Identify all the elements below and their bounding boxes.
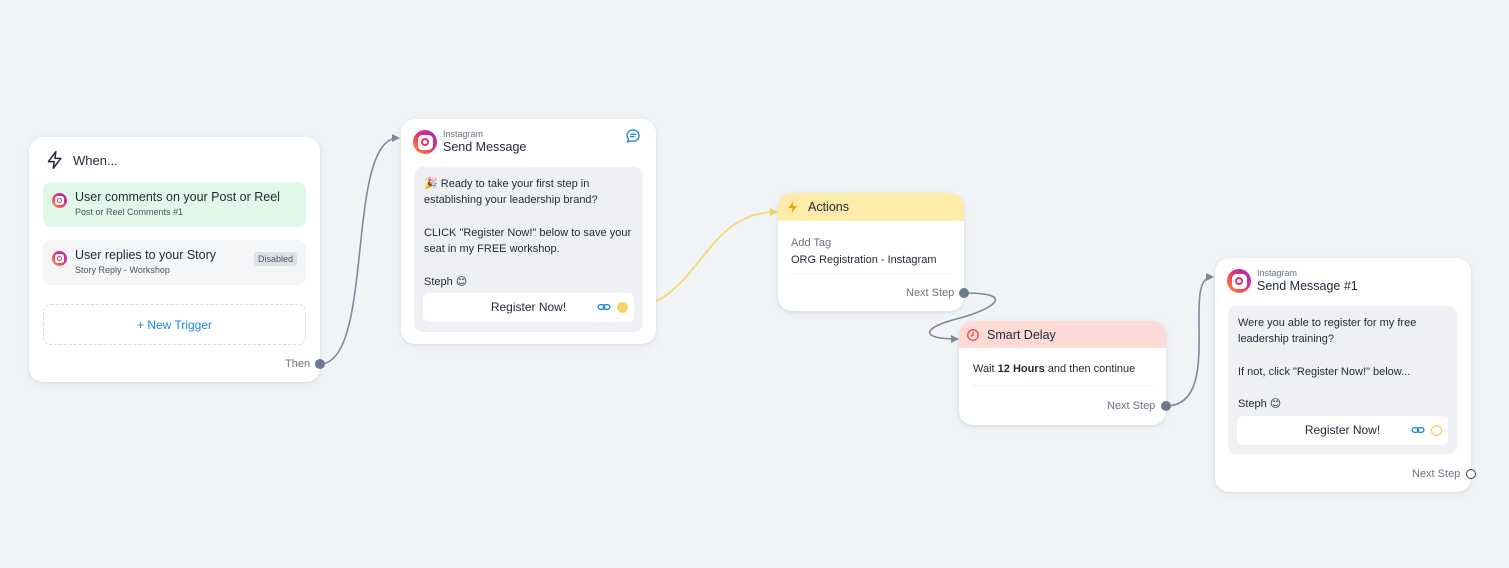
- link-icon: [597, 303, 611, 311]
- action-label: Add Tag: [791, 237, 832, 249]
- message-line: 🎉 Ready to take your first step in: [424, 178, 590, 190]
- trigger-item-subtitle: Post or Reel Comments #1: [75, 207, 184, 217]
- chat-bubble-icon[interactable]: [625, 128, 641, 144]
- channel-label: Instagram: [1257, 268, 1298, 278]
- node-header: Instagram Send Message: [413, 129, 526, 155]
- action-value: ORG Registration - Instagram: [791, 254, 937, 266]
- link-icon: [1411, 426, 1425, 434]
- button-label: Register Now!: [1304, 423, 1381, 438]
- node-title: Send Message: [443, 140, 527, 154]
- node-title: Send Message #1: [1257, 279, 1358, 293]
- channel-label: Instagram: [443, 129, 484, 139]
- register-now-button[interactable]: Register Now!: [423, 293, 634, 322]
- trigger-header: When...: [45, 150, 118, 170]
- message-line: leadership training?: [1238, 333, 1335, 346]
- wait-prefix: Wait: [973, 363, 995, 375]
- output-port[interactable]: [315, 359, 325, 369]
- flow-canvas[interactable]: When... User comments on your Post or Re…: [0, 0, 1509, 568]
- output-label: Next Step: [906, 287, 955, 299]
- delay-description: Wait 12 Hours and then continue: [973, 363, 1135, 375]
- divider: [972, 385, 1153, 386]
- output-label: Then: [285, 358, 311, 370]
- trigger-node[interactable]: When... User comments on your Post or Re…: [29, 137, 325, 382]
- send-message-node[interactable]: Instagram Send Message 🎉 Ready to take y…: [401, 119, 656, 344]
- trigger-title: When...: [73, 152, 118, 168]
- node-header: Instagram Send Message #1: [1227, 268, 1358, 294]
- smart-delay-node[interactable]: Smart Delay Wait 12 Hours and then conti…: [959, 321, 1166, 425]
- message-line: Steph 😊: [1238, 398, 1282, 411]
- trigger-item-post-comments[interactable]: User comments on your Post or Reel Post …: [43, 182, 306, 227]
- output-port[interactable]: [1466, 469, 1476, 479]
- lightning-icon: [788, 201, 798, 213]
- actions-header: Actions: [778, 193, 964, 221]
- instagram-icon: [52, 251, 67, 266]
- wait-duration: 12 Hours: [997, 363, 1045, 375]
- message-line: establishing your leadership brand?: [424, 194, 598, 207]
- button-label: Register Now!: [490, 300, 567, 315]
- lightning-icon: [47, 150, 62, 170]
- actions-output-port[interactable]: [959, 288, 969, 298]
- divider: [791, 273, 951, 274]
- new-trigger-button[interactable]: + New Trigger: [43, 304, 306, 345]
- message-line: Steph 😊: [424, 275, 468, 288]
- connector-delay-to-message: [1165, 273, 1214, 407]
- node-title: Smart Delay: [987, 327, 1056, 342]
- instagram-icon: [52, 193, 67, 208]
- trigger-item-title: User comments on your Post or Reel: [75, 190, 280, 204]
- node-title: Actions: [808, 200, 849, 214]
- wait-suffix: and then continue: [1047, 363, 1136, 375]
- message-line: CLICK "Register Now!" below to save your: [424, 226, 632, 239]
- button-output-port[interactable]: [1431, 425, 1442, 436]
- send-message-1-node[interactable]: Instagram Send Message #1 Were you able …: [1215, 258, 1476, 492]
- message-bubble[interactable]: Were you able to register for my free le…: [1228, 306, 1457, 454]
- message-line: seat in my FREE workshop.: [424, 243, 560, 256]
- message-line: If not, click "Register Now!" below...: [1238, 365, 1411, 378]
- status-badge: Disabled: [253, 252, 297, 266]
- delay-output-port[interactable]: [1161, 401, 1171, 411]
- register-now-button[interactable]: Register Now!: [1237, 416, 1448, 445]
- message-line: Were you able to register for my free: [1238, 317, 1417, 329]
- instagram-icon: [413, 130, 437, 154]
- output-label: Next Step: [1107, 400, 1156, 412]
- clock-icon: [967, 328, 979, 341]
- instagram-icon: [1227, 269, 1251, 293]
- button-output-port[interactable]: [617, 302, 628, 313]
- actions-node[interactable]: Actions Add Tag ORG Registration - Insta…: [778, 193, 964, 311]
- trigger-item-story-reply[interactable]: User replies to your Story Story Reply -…: [43, 240, 306, 285]
- output-label: Next Step: [1412, 468, 1461, 480]
- delay-header: Smart Delay: [959, 321, 1166, 348]
- connector-trigger-to-message: [319, 134, 400, 365]
- trigger-item-subtitle: Story Reply - Workshop: [75, 265, 170, 275]
- message-bubble[interactable]: 🎉 Ready to take your first step in estab…: [414, 167, 643, 332]
